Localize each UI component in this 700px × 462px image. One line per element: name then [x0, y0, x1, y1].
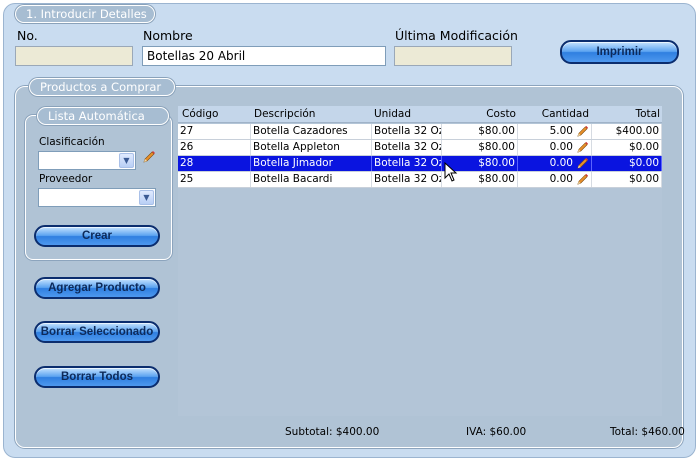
column-header-cantidad[interactable]: Cantidad [518, 106, 589, 123]
column-header-costo[interactable]: Costo [442, 106, 516, 123]
cell-unidad: Botella 32 Oz. [374, 140, 442, 155]
proveedor-label: Proveedor [39, 173, 93, 185]
chevron-down-icon[interactable]: ▼ [139, 190, 154, 205]
agregar-producto-button[interactable]: Agregar Producto [34, 277, 160, 299]
cell-codigo: 25 [178, 172, 251, 187]
cell-unidad: Botella 32 Oz. [374, 172, 442, 187]
no-field[interactable] [15, 46, 133, 66]
table-row[interactable]: 27 Botella Cazadores Botella 32 Oz. $80.00 5… [178, 124, 662, 140]
cell-total: $0.00 [592, 172, 662, 187]
cell-descripcion: Botella Jimador [251, 156, 372, 171]
cell-descripcion: Botella Cazadores [251, 124, 372, 139]
productos-table: Código Descripción Unidad Costo Cantidad… [178, 106, 662, 416]
subtotal-text: Subtotal: $400.00 [285, 426, 380, 438]
ultima-modificacion-field[interactable] [394, 46, 512, 66]
nombre-field[interactable]: Botellas 20 Abril [142, 46, 386, 66]
cell-costo: $80.00 [442, 140, 518, 155]
borrar-seleccionado-button[interactable]: Borrar Seleccionado [34, 321, 160, 343]
column-header-unidad[interactable]: Unidad [374, 106, 411, 123]
cell-total: $0.00 [592, 156, 662, 171]
borrar-todos-button[interactable]: Borrar Todos [34, 366, 160, 388]
lista-automatica-title: Lista Automática [37, 107, 169, 125]
cell-descripcion: Botella Bacardi [251, 172, 372, 187]
column-header-codigo[interactable]: Código [182, 106, 218, 123]
table-row[interactable]: 28 Botella Jimador Botella 32 Oz. $80.00 0.0… [178, 156, 662, 172]
ultima-modificacion-label: Última Modificación [395, 28, 518, 43]
iva-text: IVA: $60.00 [466, 426, 527, 438]
pencil-icon[interactable] [142, 150, 156, 164]
cell-total: $0.00 [592, 140, 662, 155]
cursor-icon [444, 162, 458, 182]
pencil-icon[interactable] [576, 173, 589, 186]
section-title-details: 1. Introducir Detalles [15, 5, 155, 23]
cell-total: $400.00 [592, 124, 662, 139]
table-header: Código Descripción Unidad Costo Cantidad… [178, 106, 662, 123]
crear-button[interactable]: Crear [34, 225, 160, 247]
no-label: No. [17, 28, 38, 43]
pencil-icon[interactable] [576, 157, 589, 170]
chevron-down-icon[interactable]: ▼ [119, 153, 134, 168]
column-header-total[interactable]: Total [592, 106, 660, 123]
total-text: Total: $460.00 [610, 426, 685, 438]
cell-unidad: Botella 32 Oz. [374, 156, 442, 171]
cell-descripcion: Botella Appleton [251, 140, 372, 155]
pencil-icon[interactable] [576, 141, 589, 154]
column-header-descripcion[interactable]: Descripción [254, 106, 315, 123]
cell-costo: $80.00 [442, 124, 518, 139]
print-button[interactable]: Imprimir [560, 40, 679, 64]
nombre-label: Nombre [143, 28, 193, 43]
clasificacion-label: Clasificación [39, 136, 105, 148]
table-row[interactable]: 26 Botella Appleton Botella 32 Oz. $80.00 0.… [178, 140, 662, 156]
clasificacion-select[interactable]: ▼ [38, 151, 136, 170]
cell-codigo: 28 [178, 156, 251, 171]
cell-unidad: Botella 32 Oz. [374, 124, 442, 139]
section-title-productos: Productos a Comprar [29, 78, 175, 96]
cell-codigo: 27 [178, 124, 251, 139]
cell-codigo: 26 [178, 140, 251, 155]
pencil-icon[interactable] [576, 125, 589, 138]
table-row[interactable]: 25 Botella Bacardi Botella 32 Oz. $80.00 0.0… [178, 172, 662, 188]
proveedor-select[interactable]: ▼ [38, 188, 156, 207]
